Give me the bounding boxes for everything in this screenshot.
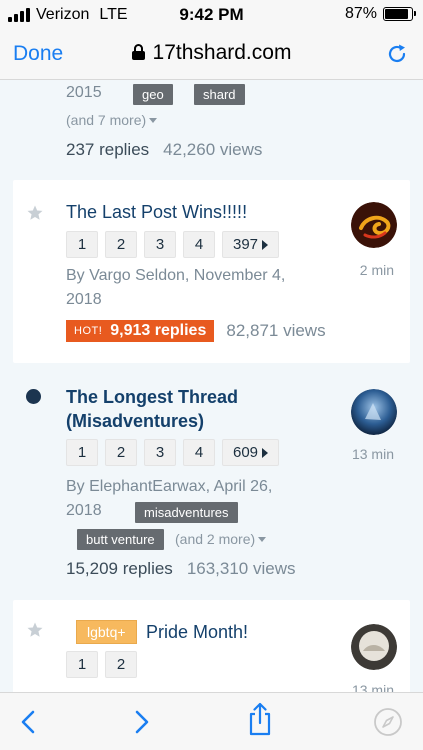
last-reply-age: 2 min — [359, 262, 394, 278]
star-icon[interactable] — [26, 204, 44, 222]
page-1-button[interactable]: 1 — [66, 439, 98, 466]
star-icon[interactable] — [26, 621, 44, 639]
topic-card-last-post-wins[interactable]: The Last Post Wins!!!!! 1 2 3 4 397 By V… — [13, 180, 410, 363]
browser-toolbar — [0, 692, 423, 750]
reload-icon[interactable] — [385, 42, 409, 66]
page-3-button[interactable]: 3 — [144, 231, 176, 258]
back-arrow-icon[interactable] — [14, 707, 44, 737]
url-text: 17thshard.com — [152, 41, 292, 64]
battery-icon — [383, 7, 416, 21]
more-tags-toggle[interactable]: (and 7 more) — [66, 112, 158, 128]
arrow-right-icon — [262, 447, 269, 458]
avatar[interactable] — [351, 389, 397, 435]
avatar[interactable] — [351, 202, 397, 248]
last-page-label: 397 — [233, 236, 259, 253]
share-icon[interactable] — [245, 701, 275, 737]
more-tags-label: (and 2 more) — [175, 531, 256, 547]
forward-arrow-icon[interactable] — [126, 707, 156, 737]
page-2-button[interactable]: 2 — [105, 231, 137, 258]
topic-stats: 15,209 replies 163,310 views — [66, 559, 296, 579]
pagination: 1 2 3 4 397 — [66, 231, 280, 258]
page-2-button[interactable]: 2 — [105, 651, 137, 678]
last-reply-age: 13 min — [351, 682, 394, 692]
topic-title[interactable]: The Last Post Wins!!!!! — [66, 200, 247, 224]
caret-down-icon — [258, 537, 267, 542]
avatar[interactable] — [351, 624, 397, 670]
tag-shard[interactable]: shard — [194, 84, 245, 105]
arrow-right-icon — [262, 239, 269, 250]
last-page-button[interactable]: 609 — [222, 439, 280, 466]
reply-count: 15,209 replies — [66, 559, 173, 578]
tag-geo[interactable]: geo — [133, 84, 173, 105]
page-1-button[interactable]: 1 — [66, 651, 98, 678]
byline-year: 2015 — [66, 84, 102, 101]
reply-count: 237 replies — [66, 140, 150, 159]
view-count: 82,871 views — [226, 321, 326, 340]
pagination: 1 2 — [66, 651, 137, 678]
topic-title[interactable]: The Longest Thread (Misadventures) — [66, 385, 306, 433]
more-tags-label: (and 7 more) — [66, 112, 147, 128]
page-2-button[interactable]: 2 — [105, 439, 137, 466]
more-tags-toggle[interactable]: (and 2 more) — [175, 531, 267, 547]
address-display[interactable]: 17thshard.com — [0, 41, 423, 65]
hot-label: HOT! — [74, 325, 103, 337]
last-page-button[interactable]: 397 — [222, 231, 280, 258]
last-reply-age: 13 min — [351, 446, 394, 462]
battery-level — [385, 9, 408, 19]
unread-dot-icon — [26, 389, 41, 404]
page-1-button[interactable]: 1 — [66, 231, 98, 258]
status-bar: Verizon LTE 9:42 PM 87% — [0, 0, 423, 30]
browser-navbar: Done 17thshard.com — [0, 30, 423, 80]
topic-title[interactable]: Pride Month! — [146, 620, 248, 644]
reply-count: 9,913 replies — [110, 322, 207, 339]
view-count: 163,310 views — [186, 559, 296, 578]
page-4-button[interactable]: 4 — [183, 439, 215, 466]
topic-card-longest-thread[interactable]: The Longest Thread (Misadventures) 1 2 3… — [13, 369, 410, 594]
page-4-button[interactable]: 4 — [183, 231, 215, 258]
topic-byline: By Vargo Seldon, November 4, 2018 — [66, 267, 286, 308]
topic-prefix[interactable]: lgbtq+ — [76, 620, 137, 644]
hot-badge: HOT! 9,913 replies — [66, 320, 215, 342]
topic-stats: 237 replies 42,260 views — [66, 140, 262, 160]
compass-icon[interactable] — [373, 707, 403, 737]
last-page-label: 609 — [233, 444, 259, 461]
tag-butt-venture[interactable]: butt venture — [77, 529, 164, 550]
topic-stats: HOT! 9,913 replies 82,871 views — [66, 320, 326, 342]
topic-list: 2015 geo shard (and 7 more) 237 replies 4… — [0, 80, 423, 692]
view-count: 42,260 views — [163, 140, 263, 159]
tag-misadventures[interactable]: misadventures — [135, 502, 238, 523]
page-3-button[interactable]: 3 — [144, 439, 176, 466]
pagination: 1 2 3 4 609 — [66, 439, 280, 466]
topic-card-partial[interactable]: 2015 geo shard (and 7 more) 237 replies 4… — [13, 80, 410, 168]
lock-icon — [131, 44, 145, 60]
status-right: 87% — [344, 5, 416, 23]
battery-percent: 87% — [344, 5, 377, 22]
topic-card-pride-month[interactable]: lgbtq+ Pride Month! 1 2 13 min — [13, 600, 410, 692]
caret-down-icon — [149, 118, 158, 123]
